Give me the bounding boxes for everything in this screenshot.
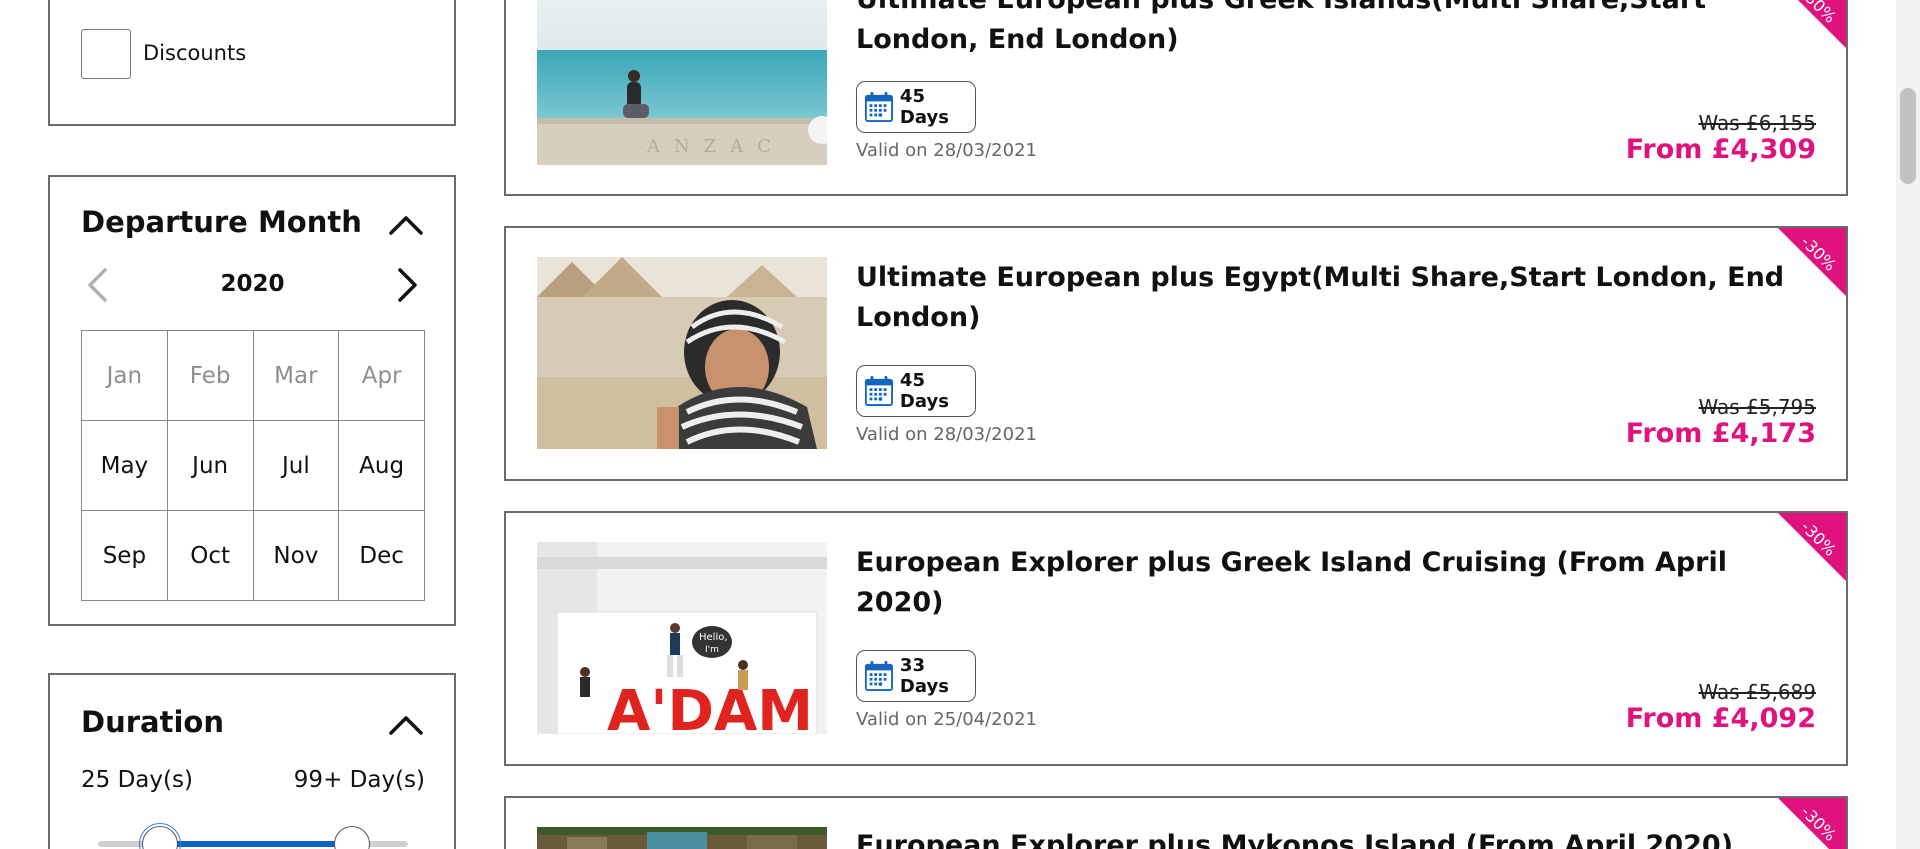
anzac-carving-text: ANZAC bbox=[646, 136, 785, 157]
month-dec[interactable]: Dec bbox=[339, 511, 425, 601]
from-price: From £4,309 bbox=[1625, 134, 1816, 165]
duration-days-text: 45 Days bbox=[899, 370, 949, 412]
tour-card[interactable]: Hello, I'm A'DAM European Explorer plus … bbox=[504, 511, 1848, 766]
month-jul[interactable]: Jul bbox=[253, 421, 340, 511]
slider-max-handle[interactable] bbox=[334, 826, 371, 849]
from-price: From £4,173 bbox=[1625, 418, 1816, 449]
month-nov[interactable]: Nov bbox=[253, 511, 340, 601]
discounts-filter-panel: Discounts bbox=[48, 0, 456, 126]
slider-min-handle[interactable] bbox=[139, 823, 181, 849]
tour-title[interactable]: European Explorer plus Greek Island Crui… bbox=[856, 543, 1790, 623]
was-price: Was £5,795 bbox=[1698, 395, 1816, 419]
month-oct[interactable]: Oct bbox=[167, 511, 254, 601]
collapse-chevron-up-icon[interactable] bbox=[388, 213, 424, 237]
year-label: 2020 bbox=[220, 271, 285, 297]
hello-speech-text: Hello, bbox=[699, 632, 728, 643]
discount-ribbon: -30% bbox=[1776, 513, 1846, 583]
valid-date: Valid on 28/03/2021 bbox=[856, 140, 1037, 161]
month-jan: Jan bbox=[82, 331, 168, 421]
departure-month-title: Departure Month bbox=[81, 205, 362, 239]
year-navigator: 2020 bbox=[81, 263, 424, 305]
duration-days-text: 33 Days bbox=[899, 655, 949, 697]
month-mar: Mar bbox=[253, 331, 340, 421]
tour-image-beach[interactable]: ANZAC bbox=[537, 0, 827, 165]
calendar-icon bbox=[864, 376, 893, 406]
duration-min-label: 25 Day(s) bbox=[81, 767, 193, 793]
duration-days-text: 45 Days bbox=[899, 86, 949, 128]
discount-ribbon: -30% bbox=[1776, 228, 1846, 298]
discount-ribbon: -30% bbox=[1776, 0, 1846, 50]
adam-letters-text: A'DAM bbox=[607, 679, 813, 734]
valid-date: Valid on 28/03/2021 bbox=[856, 424, 1037, 445]
duration-badge: 45 Days bbox=[856, 81, 976, 133]
from-price: From £4,092 bbox=[1625, 703, 1816, 734]
im-speech-text: I'm bbox=[705, 645, 719, 655]
tour-image-mykonos[interactable] bbox=[537, 827, 827, 849]
duration-badge: 45 Days bbox=[856, 365, 976, 417]
duration-slider[interactable] bbox=[98, 823, 408, 849]
duration-panel: Duration 25 Day(s) 99+ Day(s) bbox=[48, 673, 456, 849]
slider-selected-range bbox=[160, 841, 353, 847]
month-jun[interactable]: Jun bbox=[167, 421, 254, 511]
month-grid: Jan Feb Mar Apr May Jun Jul Aug Sep Oct … bbox=[81, 330, 425, 601]
month-aug[interactable]: Aug bbox=[339, 421, 425, 511]
page-scrollbar[interactable] bbox=[1896, 0, 1920, 849]
duration-title: Duration bbox=[81, 705, 224, 739]
discounts-label[interactable]: Discounts bbox=[143, 41, 246, 65]
month-sep[interactable]: Sep bbox=[82, 511, 168, 601]
tour-card[interactable]: European Explorer plus Mykonos Island (F… bbox=[504, 796, 1848, 849]
collapse-chevron-up-icon[interactable] bbox=[388, 713, 424, 737]
month-feb: Feb bbox=[167, 331, 254, 421]
scrollbar-thumb[interactable] bbox=[1900, 88, 1916, 184]
duration-badge: 33 Days bbox=[856, 650, 976, 702]
month-may[interactable]: May bbox=[82, 421, 168, 511]
next-year-chevron-icon[interactable] bbox=[396, 267, 420, 303]
tour-card[interactable]: ANZAC Ultimate European plus Greek Islan… bbox=[504, 0, 1848, 196]
discount-ribbon: -30% bbox=[1776, 798, 1846, 849]
month-apr: Apr bbox=[339, 331, 425, 421]
tour-title[interactable]: Ultimate European plus Egypt(Multi Share… bbox=[856, 258, 1790, 338]
tour-title[interactable]: Ultimate European plus Greek Islands(Mul… bbox=[856, 0, 1790, 60]
departure-month-panel: Departure Month 2020 Jan Feb Mar Apr May… bbox=[48, 175, 456, 626]
calendar-icon bbox=[864, 92, 893, 122]
was-price: Was £5,689 bbox=[1698, 680, 1816, 704]
calendar-icon bbox=[864, 661, 893, 691]
was-price: Was £6,155 bbox=[1698, 111, 1816, 135]
valid-date: Valid on 25/04/2021 bbox=[856, 709, 1037, 730]
tour-image-egypt[interactable] bbox=[537, 257, 827, 449]
duration-max-label: 99+ Day(s) bbox=[293, 767, 425, 793]
discounts-checkbox[interactable] bbox=[81, 29, 131, 79]
tour-image-amsterdam[interactable]: Hello, I'm A'DAM bbox=[537, 542, 827, 734]
tour-card[interactable]: Ultimate European plus Egypt(Multi Share… bbox=[504, 226, 1848, 481]
tour-title[interactable]: European Explorer plus Mykonos Island (F… bbox=[856, 826, 1790, 849]
